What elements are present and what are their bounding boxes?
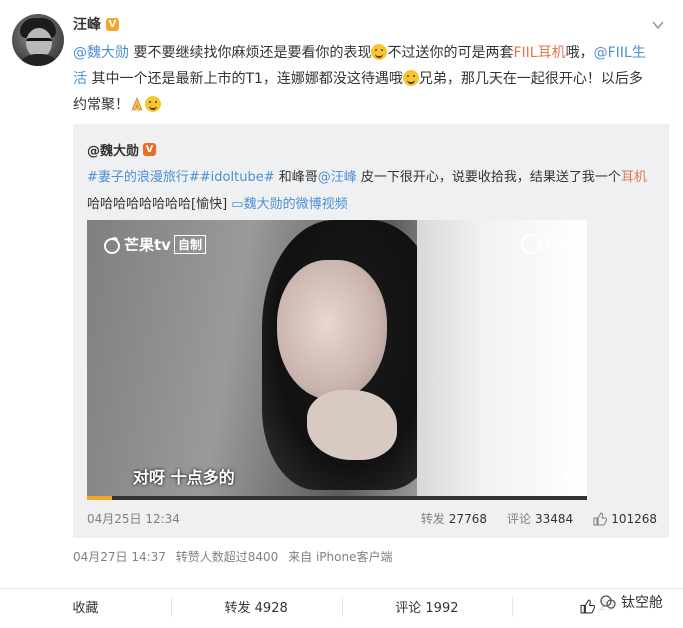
channel-watermark: 钛空舱 — [599, 592, 663, 612]
smile-emoji-icon — [145, 96, 161, 112]
repost-like-count[interactable]: 101268 — [593, 512, 657, 526]
favorite-button[interactable]: 收藏 — [0, 589, 171, 624]
channel-logo: 芒果tv 自制 — [103, 234, 206, 255]
text-segment: 要不要继续找你麻烦还是要看你的表现 — [129, 45, 372, 61]
watermark-text: 钛空舱 — [621, 595, 663, 611]
mention-link[interactable]: @汪峰 — [318, 170, 357, 185]
play-icon — [521, 234, 541, 254]
channel-tag: 自制 — [173, 235, 206, 254]
repost-button[interactable]: 转发 4928 — [170, 589, 342, 624]
action-bar: 收藏 转发 4928 评论 1992 23 — [0, 588, 683, 624]
post-meta: 04月27日 14:37 转赞人数超过8400 来自 iPhone客户端 — [73, 548, 398, 565]
post-date[interactable]: 04月27日 14:37 — [73, 550, 166, 564]
repost-meta: 04月25日 12:34 转发 27768 评论 33484 101268 — [87, 510, 657, 527]
text-segment: 其中一个还是最新上市的T1，连娜娜都没这待遇哦 — [87, 71, 403, 87]
post-text: @魏大勋 要不要继续找你麻烦还是要看你的表现 不过送你的可是两套FIIL耳机哦，@… — [73, 40, 653, 118]
repost-label: 转发 — [420, 512, 445, 526]
pray-emoji-icon — [131, 97, 143, 111]
comment-button[interactable]: 评论 1992 — [341, 589, 513, 624]
video-progress[interactable] — [87, 496, 587, 500]
text-segment: 皮一下很开心，说要收拾我，结果送了我一个 — [356, 170, 621, 185]
chevron-down-icon[interactable] — [651, 18, 665, 32]
mention-link[interactable]: @魏大勋 — [73, 45, 129, 61]
repost-date[interactable]: 04月25日 12:34 — [87, 510, 401, 527]
video-progress-fill — [87, 496, 112, 500]
expand-icon[interactable] — [557, 470, 573, 486]
channel-name: 芒果tv — [124, 236, 171, 254]
repost-count-value: 27768 — [448, 511, 487, 526]
text-segment: 哈哈哈哈哈哈哈哈[愉快] — [87, 197, 232, 212]
video-subtitle: 对呀 十点多的 — [133, 468, 235, 487]
repost-repost-count[interactable]: 转发 27768 — [421, 510, 487, 527]
weibo-post: 汪峰 V @魏大勋 要不要继续找你麻烦还是要看你的表现 不过送你的可是两套FIIL… — [0, 0, 683, 628]
video-player[interactable]: 芒果tv 自制 秒拍 对呀 十点多的 — [87, 220, 587, 500]
comment-count-value: 33484 — [535, 511, 574, 526]
wechat-icon — [600, 595, 616, 609]
verified-badge-icon: V — [106, 17, 119, 31]
repost-text: #妻子的浪漫旅行##idoltube# 和峰哥@汪峰 皮一下很开心，说要收拾我，… — [87, 164, 657, 218]
text-segment: 不过送你的可是两套 — [387, 45, 514, 61]
keyword-link[interactable]: FIIL耳机 — [513, 45, 565, 61]
repost-comment-count[interactable]: 评论 33484 — [507, 510, 573, 527]
post-author[interactable]: 汪峰 V — [73, 14, 119, 34]
author-name[interactable]: 汪峰 — [73, 14, 101, 34]
mango-logo-icon — [104, 236, 120, 254]
text-segment: 哦， — [565, 45, 594, 61]
video-watermark: 秒拍 — [521, 234, 573, 254]
comment-label: 评论 — [506, 512, 531, 526]
keyword-link[interactable]: 耳机 — [621, 170, 647, 185]
watermark-label: 秒拍 — [545, 237, 573, 253]
repost-author-name[interactable]: @魏大勋 — [87, 140, 139, 159]
thumbs-up-icon — [593, 511, 608, 525]
mention-link[interactable]: #妻子的浪漫旅行##idoltube# — [87, 170, 275, 185]
mention-link[interactable]: ▭魏大勋的微博视频 — [231, 197, 347, 212]
post-source: 来自 iPhone客户端 — [288, 550, 393, 564]
repost-box[interactable]: @魏大勋 V #妻子的浪漫旅行##idoltube# 和峰哥@汪峰 皮一下很开心… — [73, 124, 669, 538]
avatar[interactable] — [12, 14, 64, 66]
like-count-value: 101268 — [611, 511, 657, 526]
text-segment: 和峰哥 — [274, 170, 318, 185]
thumbs-up-icon — [580, 599, 595, 614]
grin-emoji-icon — [371, 44, 388, 60]
repost-author[interactable]: @魏大勋 V — [87, 140, 157, 159]
post-likes-summary: 转赞人数超过8400 — [175, 550, 279, 564]
verified-badge-icon: V — [143, 143, 157, 156]
smile-emoji-icon — [402, 70, 419, 86]
